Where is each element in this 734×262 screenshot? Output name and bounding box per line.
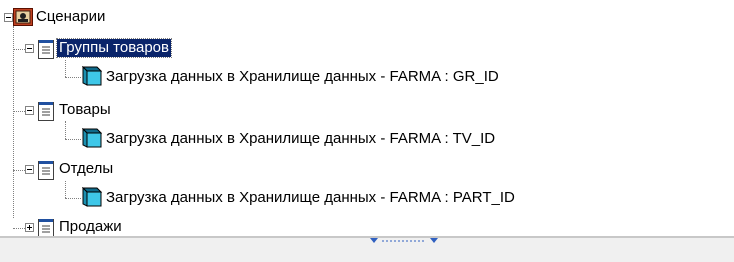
cube-icon — [82, 128, 102, 148]
cube-icon — [82, 66, 102, 86]
notepad-icon — [38, 161, 54, 180]
tree-leaf-label[interactable]: Загрузка данных в Хранилище данных - FAR… — [104, 68, 501, 86]
tree-leaf-label[interactable]: Загрузка данных в Хранилище данных - FAR… — [104, 189, 517, 207]
collapse-root-toggle[interactable] — [4, 13, 13, 22]
tree-root-label[interactable]: Сценарии — [34, 8, 107, 26]
notepad-icon — [38, 40, 54, 59]
scenario-folder-icon — [13, 8, 33, 26]
collapse-group-toggle[interactable] — [25, 165, 34, 174]
notepad-icon — [38, 102, 54, 121]
tree-group-label[interactable]: Товары — [57, 101, 113, 119]
scenario-tree[interactable]: Сценарии Группы товаров Загрузка данных … — [0, 0, 734, 238]
tree-group-label[interactable]: Продажи — [57, 218, 124, 236]
tree-group-label[interactable]: Группы товаров — [56, 38, 172, 58]
expand-group-toggle[interactable] — [25, 223, 34, 232]
splitter-handle-icon[interactable] — [366, 238, 442, 244]
collapse-group-toggle[interactable] — [25, 44, 34, 53]
collapse-group-toggle[interactable] — [25, 106, 34, 115]
notepad-icon — [38, 219, 54, 238]
tree-group-label[interactable]: Отделы — [57, 160, 115, 178]
tree-leaf-label[interactable]: Загрузка данных в Хранилище данных - FAR… — [104, 130, 497, 148]
cube-icon — [82, 187, 102, 207]
